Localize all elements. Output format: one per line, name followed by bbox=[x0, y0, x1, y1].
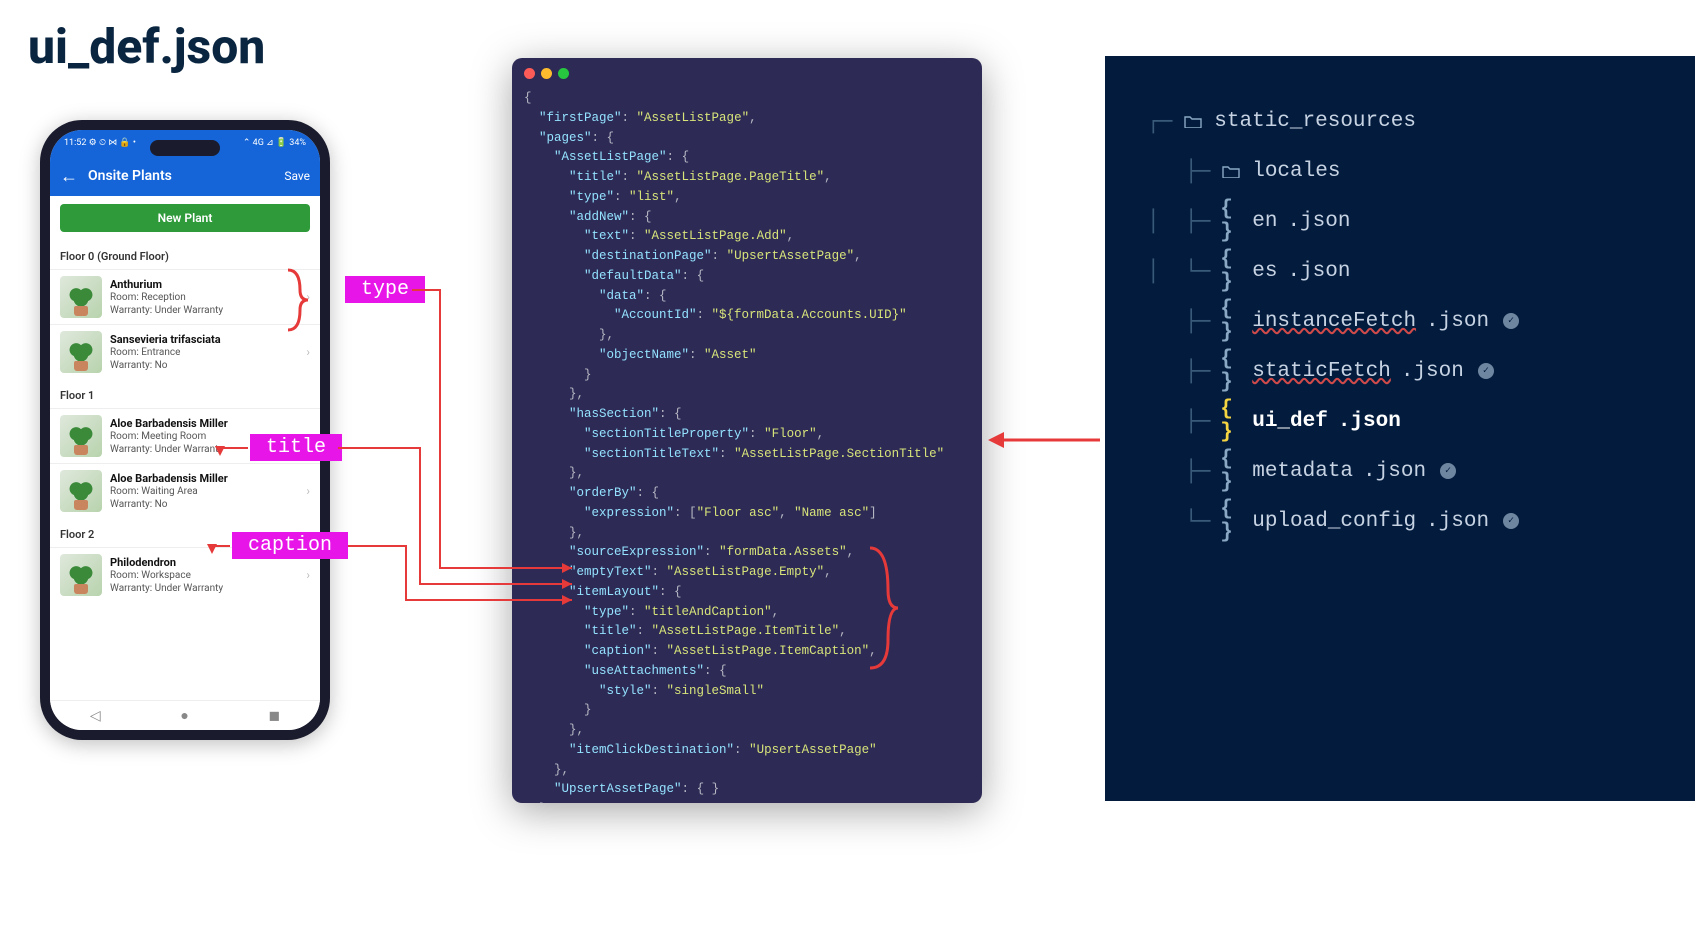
plant-list: Floor 0 (Ground Floor)AnthuriumRoom: Rec… bbox=[50, 240, 320, 700]
callout-type: type bbox=[345, 276, 425, 303]
json-file-icon: { } bbox=[1220, 448, 1242, 494]
tree-connector: ├─ bbox=[1147, 309, 1210, 333]
app-title: Onsite Plants bbox=[88, 168, 274, 184]
json-file-icon: { } bbox=[1220, 348, 1242, 394]
tree-item-ext: .json bbox=[1338, 410, 1401, 433]
json-file-icon: { } bbox=[1220, 398, 1242, 444]
tree-item-name: static_resources bbox=[1214, 110, 1416, 133]
new-plant-button[interactable]: New Plant bbox=[60, 204, 310, 232]
save-button[interactable]: Save bbox=[284, 169, 310, 183]
item-caption: Room: Waiting AreaWarranty: No bbox=[110, 485, 298, 511]
traffic-lights bbox=[512, 58, 982, 89]
tree-file[interactable]: ├─ { } ui_def .json bbox=[1147, 396, 1675, 446]
tree-connector: ┌─ bbox=[1147, 109, 1172, 133]
tree-item-ext: .json bbox=[1426, 510, 1489, 533]
tree-item-name: en bbox=[1252, 210, 1277, 233]
tree-file[interactable]: │ ├─ { } en .json bbox=[1147, 196, 1675, 246]
plant-thumbnail bbox=[60, 470, 102, 512]
tree-connector: ├─ bbox=[1147, 159, 1210, 183]
tree-connector: ├─ bbox=[1147, 359, 1210, 383]
tree-item-ext: .json bbox=[1287, 210, 1350, 233]
tree-item-name: staticFetch bbox=[1252, 360, 1391, 383]
tree-folder[interactable]: ├─ locales bbox=[1147, 146, 1675, 196]
tree-item-name: upload_config bbox=[1252, 510, 1416, 533]
nav-back-icon[interactable]: ◁ bbox=[90, 708, 101, 724]
android-navbar: ◁ ● ◼ bbox=[50, 700, 320, 730]
plant-thumbnail bbox=[60, 415, 102, 457]
minimize-dot-icon bbox=[541, 68, 552, 79]
nav-recent-icon[interactable]: ◼ bbox=[269, 708, 281, 724]
json-file-icon: { } bbox=[1220, 248, 1242, 294]
file-tree-panel: ┌─ static_resources ├─ locales │ ├─ { } en .js… bbox=[1105, 56, 1695, 801]
tree-item-ext: .json bbox=[1287, 260, 1350, 283]
page-title: ui_def.json bbox=[28, 18, 265, 75]
close-dot-icon bbox=[524, 68, 535, 79]
chevron-right-icon: › bbox=[306, 290, 310, 304]
section-header: Floor 0 (Ground Floor) bbox=[50, 240, 320, 269]
synced-check-icon: ✓ bbox=[1503, 313, 1519, 329]
json-file-icon: { } bbox=[1220, 198, 1242, 244]
app-bar: ← Onsite Plants Save bbox=[50, 156, 320, 196]
chevron-right-icon: › bbox=[306, 568, 310, 582]
item-caption: Room: WorkspaceWarranty: Under Warranty bbox=[110, 569, 298, 595]
item-title: Sansevieria trifasciata bbox=[110, 333, 298, 346]
tree-item-name: locales bbox=[1252, 160, 1340, 183]
tree-item-ext: .json bbox=[1426, 310, 1489, 333]
tree-item-name: ui_def bbox=[1252, 410, 1328, 433]
tree-connector: │ ├─ bbox=[1147, 209, 1210, 233]
synced-check-icon: ✓ bbox=[1478, 363, 1494, 379]
tree-file[interactable]: ├─ { } metadata .json ✓ bbox=[1147, 446, 1675, 496]
tree-item-ext: .json bbox=[1363, 460, 1426, 483]
item-caption: Room: EntranceWarranty: No bbox=[110, 346, 298, 372]
tree-item-name: es bbox=[1252, 260, 1277, 283]
tree-item-name: metadata bbox=[1252, 460, 1353, 483]
item-title: Aloe Barbadensis Miller bbox=[110, 472, 298, 485]
list-item[interactable]: Sansevieria trifasciataRoom: EntranceWar… bbox=[50, 324, 320, 379]
list-item[interactable]: Aloe Barbadensis MillerRoom: Waiting Are… bbox=[50, 463, 320, 518]
statusbar-right: ⌃ 4G ⊿ 🔋 34% bbox=[243, 138, 306, 148]
plant-thumbnail bbox=[60, 276, 102, 318]
item-caption: Room: ReceptionWarranty: Under Warranty bbox=[110, 291, 298, 317]
plant-thumbnail bbox=[60, 554, 102, 596]
tree-connector: ├─ bbox=[1147, 409, 1210, 433]
synced-check-icon: ✓ bbox=[1503, 513, 1519, 529]
tree-folder[interactable]: ┌─ static_resources bbox=[1147, 96, 1675, 146]
plant-thumbnail bbox=[60, 331, 102, 373]
tree-connector: ├─ bbox=[1147, 459, 1210, 483]
callout-caption: caption bbox=[232, 532, 348, 559]
callout-title: title bbox=[250, 434, 342, 461]
code-content: { "firstPage": "AssetListPage", "pages":… bbox=[512, 89, 982, 803]
json-file-icon: { } bbox=[1220, 498, 1242, 544]
phone-notch bbox=[150, 140, 220, 156]
chevron-right-icon: › bbox=[306, 345, 310, 359]
phone-mockup: 11:52 ⚙ ⏲ ⋈ 🔒 • ⌃ 4G ⊿ 🔋 34% ← Onsite Pl… bbox=[40, 120, 330, 740]
json-file-icon: { } bbox=[1220, 298, 1242, 344]
back-icon[interactable]: ← bbox=[60, 166, 78, 187]
tree-file[interactable]: ├─ { } instanceFetch .json ✓ bbox=[1147, 296, 1675, 346]
statusbar-left: 11:52 ⚙ ⏲ ⋈ 🔒 • bbox=[64, 138, 136, 148]
tree-item-ext: .json bbox=[1401, 360, 1464, 383]
section-header: Floor 1 bbox=[50, 379, 320, 408]
item-title: Anthurium bbox=[110, 278, 298, 291]
folder-icon bbox=[1182, 114, 1204, 128]
synced-check-icon: ✓ bbox=[1440, 463, 1456, 479]
tree-file[interactable]: │ └─ { } es .json bbox=[1147, 246, 1675, 296]
folder-icon bbox=[1220, 164, 1242, 178]
list-item[interactable]: AnthuriumRoom: ReceptionWarranty: Under … bbox=[50, 269, 320, 324]
code-window: { "firstPage": "AssetListPage", "pages":… bbox=[512, 58, 982, 803]
zoom-dot-icon bbox=[558, 68, 569, 79]
tree-file[interactable]: └─ { } upload_config .json ✓ bbox=[1147, 496, 1675, 546]
nav-home-icon[interactable]: ● bbox=[180, 707, 188, 724]
tree-connector: └─ bbox=[1147, 509, 1210, 533]
chevron-right-icon: › bbox=[306, 484, 310, 498]
tree-item-name: instanceFetch bbox=[1252, 310, 1416, 333]
item-title: Aloe Barbadensis Miller bbox=[110, 417, 298, 430]
tree-connector: │ └─ bbox=[1147, 259, 1210, 283]
tree-file[interactable]: ├─ { } staticFetch .json ✓ bbox=[1147, 346, 1675, 396]
